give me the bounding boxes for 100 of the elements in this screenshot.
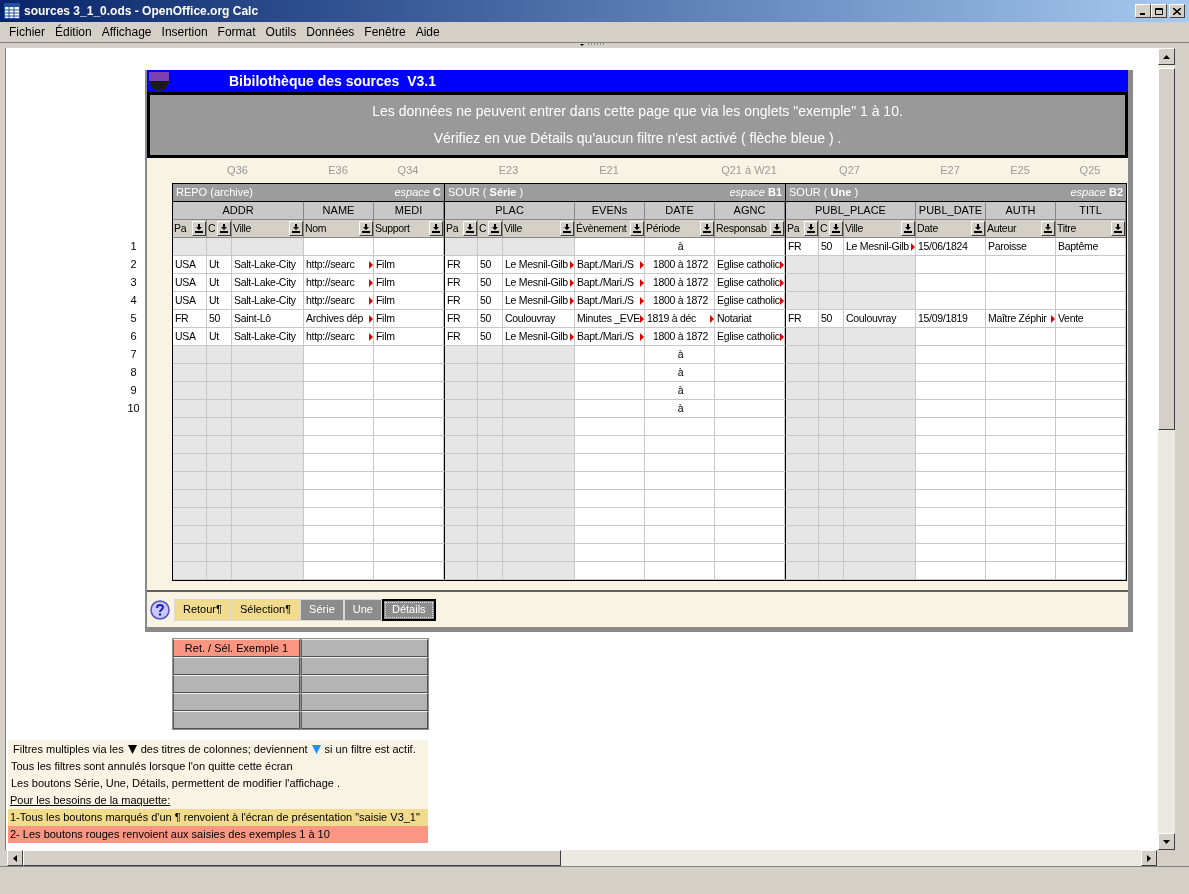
filter-button[interactable] [1041,221,1055,236]
cell-reference: E21 [599,163,619,179]
filter-button[interactable] [630,221,644,236]
message-text: Vérifiez en vue Détails qu'aucun filtre n'est activé ( flèche bleue ) . [433,129,842,148]
menu-item[interactable]: Format [212,23,261,41]
example-button[interactable] [173,711,300,729]
example-button[interactable] [301,675,428,693]
table-cell [374,490,444,508]
menu-item[interactable]: Insertion [156,23,213,41]
filter-button[interactable] [560,221,574,236]
table-cell-text: FR [447,256,461,272]
example-button[interactable] [301,657,428,675]
table-cell [715,472,785,490]
table-cell-text: Coulouvray [846,310,897,326]
table-cell [575,526,645,544]
example-button[interactable]: Ret. / Sél. Exemple 1 [173,639,300,657]
table-cell [173,436,207,454]
row-number: 8 [129,365,138,380]
table-cell [374,544,444,562]
subheader-label: Support [375,220,410,236]
filter-button[interactable] [804,221,818,236]
example-button[interactable] [301,693,428,711]
horizontal-scrollbar[interactable] [7,850,1157,866]
table-cell-text: Eglise catholic [717,328,780,344]
table-cell [374,382,444,400]
menu-item[interactable]: Édition [50,23,97,41]
menu-item[interactable]: Affichage [96,23,157,41]
row-number: 2 [129,257,138,272]
filter-button[interactable] [829,221,843,236]
scroll-thumb[interactable] [23,850,561,866]
example-button[interactable] [301,711,428,729]
filter-button[interactable] [971,221,985,236]
menu-item[interactable]: Outils [260,23,302,41]
subheader-label: C [479,220,487,236]
filter-button[interactable] [770,221,784,236]
table-cell [444,364,478,382]
row-number: 3 [129,275,138,290]
filter-button[interactable] [488,221,502,236]
filter-button[interactable] [289,221,303,236]
filter-button[interactable] [359,221,373,236]
table-cell-text: Le Mesnil-Gilb [505,256,568,272]
table-cell [478,508,503,526]
example-button[interactable] [173,657,300,675]
subheader-label: Pa [174,220,187,236]
table-cell [232,418,304,436]
arrow-down-icon [703,224,711,233]
arrow-down-icon [773,224,781,233]
table-cell-text: Eglise catholic [717,292,780,308]
note-heading: Pour les besoins de la maquette: [9,793,172,808]
example-button[interactable] [301,639,428,657]
table-cell [785,418,819,436]
table-cell [304,364,374,382]
table-cell-text: 50 [209,310,221,326]
filter-button[interactable] [1111,221,1125,236]
table-cell [503,526,575,544]
table-cell [986,490,1056,508]
help-icon[interactable] [150,599,170,620]
toolbar-button[interactable]: Retour¶ [174,598,231,621]
table-cell [715,490,785,508]
filter-button[interactable] [700,221,714,236]
filter-button[interactable] [192,221,206,236]
table-cell-text: Salt-Lake-City [234,274,296,290]
table-cell-text: à [677,400,684,416]
table-cell [444,400,478,418]
filter-button[interactable] [429,221,443,236]
table-cell-text: Salt-Lake-City [234,256,296,272]
example-button[interactable] [173,675,300,693]
column-header: EVENs [575,202,645,220]
table-cell [819,508,844,526]
filter-button[interactable] [463,221,477,236]
menu-item[interactable]: Fichier [4,23,50,41]
close-button[interactable] [1169,4,1185,18]
menu-item[interactable]: Données [301,23,360,41]
subheader-label: Évènement [576,220,627,236]
arrow-down-icon [563,224,571,233]
table-cell-text: Ut [209,292,219,308]
table-cell [986,454,1056,472]
table-cell [819,562,844,580]
minimize-button[interactable] [1135,4,1151,18]
menu-item[interactable]: Aide [410,23,445,41]
table-cell [785,400,819,418]
table-cell-text: Bapt./Mari./S [577,292,634,308]
menu-item[interactable]: Fenêtre [359,23,411,41]
arrow-up-icon [1163,54,1170,59]
toolbar-button[interactable]: Sélection¶ [230,598,301,621]
table-cell [819,472,844,490]
example-button[interactable] [173,693,300,711]
table-cell [1056,274,1126,292]
arrow-down-icon [466,224,474,233]
arrow-right-icon [1147,854,1151,862]
vertical-scrollbar[interactable] [1158,48,1175,850]
table-cell [819,544,844,562]
filter-button[interactable] [217,221,231,236]
table-cell [173,364,207,382]
filter-button[interactable] [901,221,915,236]
table-cell [844,418,916,436]
table-cell [503,544,575,562]
table-cell [844,562,916,580]
maximize-button[interactable] [1151,4,1167,18]
scroll-thumb[interactable] [1158,68,1175,430]
